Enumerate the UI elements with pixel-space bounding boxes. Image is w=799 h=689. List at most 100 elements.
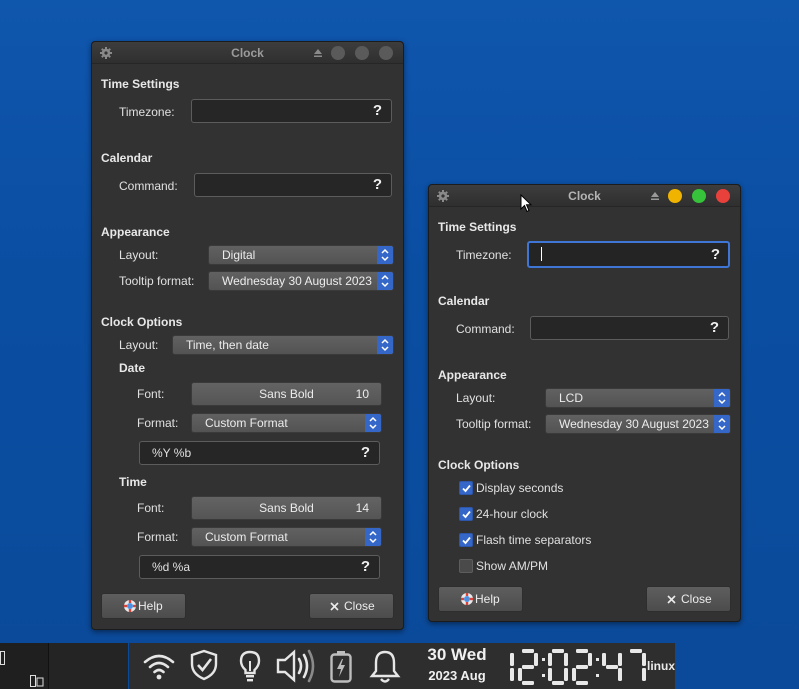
- wifi-icon[interactable]: [143, 651, 175, 681]
- checkbox-checked-icon[interactable]: [459, 533, 473, 547]
- minimize-button[interactable]: [331, 46, 345, 60]
- option-label: Display seconds: [476, 481, 564, 495]
- layout-select[interactable]: Digital: [208, 245, 394, 265]
- close-button[interactable]: Close: [309, 593, 394, 619]
- time-format-select[interactable]: Custom Format: [191, 527, 382, 547]
- clock-date-line1[interactable]: 30 Wed: [417, 645, 497, 665]
- calendar-heading: Calendar: [438, 294, 490, 308]
- date-font-name: Sans Bold: [259, 387, 314, 401]
- lightbulb-icon[interactable]: [237, 649, 263, 683]
- time-custom-format-input[interactable]: %d %a ?: [139, 555, 380, 579]
- help-button-label: Help: [138, 599, 163, 613]
- shield-check-icon[interactable]: [189, 649, 219, 681]
- help-icon[interactable]: ?: [361, 442, 370, 464]
- option-show-ampm[interactable]: Show AM/PM: [459, 558, 659, 574]
- close-button-label: Close: [681, 592, 712, 606]
- date-font-label: Font:: [137, 387, 165, 401]
- time-font-size: 14: [355, 501, 369, 515]
- time-format-value: Custom Format: [205, 530, 288, 544]
- time-font-name: Sans Bold: [259, 501, 314, 515]
- select-arrows-icon: [714, 389, 730, 407]
- lcd-separator: [542, 658, 545, 677]
- date-custom-format-input[interactable]: %Y %b ?: [139, 441, 380, 465]
- lifebuoy-icon: [461, 593, 473, 605]
- timezone-label: Timezone:: [119, 105, 175, 119]
- close-button-label: Close: [344, 599, 375, 613]
- hostname-label: linux: [647, 659, 676, 673]
- close-window-button[interactable]: [716, 189, 730, 203]
- clock-date-line2[interactable]: 2023 Aug: [417, 668, 497, 683]
- workspace-switcher-icon[interactable]: [30, 675, 44, 687]
- help-button[interactable]: Help: [438, 586, 523, 612]
- option-display-seconds[interactable]: Display seconds: [459, 480, 659, 496]
- help-icon[interactable]: ?: [373, 100, 382, 122]
- calendar-heading: Calendar: [101, 151, 153, 165]
- lifebuoy-icon: [124, 600, 136, 612]
- titlebar[interactable]: Clock: [92, 42, 403, 64]
- option-label: Show AM/PM: [476, 559, 549, 573]
- option-label: 24-hour clock: [476, 507, 549, 521]
- titlebar[interactable]: Clock: [429, 185, 740, 207]
- date-format-select[interactable]: Custom Format: [191, 413, 382, 433]
- select-arrows-icon: [714, 415, 730, 433]
- checkbox-checked-icon[interactable]: [459, 481, 473, 495]
- battery-icon[interactable]: [329, 650, 353, 684]
- date-font-button[interactable]: Sans Bold 10: [191, 382, 382, 406]
- select-arrows-icon: [365, 528, 381, 546]
- command-input[interactable]: ?: [530, 316, 729, 340]
- time-font-button[interactable]: Sans Bold 14: [191, 496, 382, 520]
- eject-icon[interactable]: [313, 48, 323, 58]
- date-format-value: Custom Format: [205, 416, 288, 430]
- tooltip-format-value: Wednesday 30 August 2023: [222, 274, 372, 288]
- bell-icon[interactable]: [369, 649, 401, 685]
- tooltip-format-label: Tooltip format:: [456, 417, 532, 431]
- lcd-digit: [548, 649, 568, 685]
- option-24-hour-clock[interactable]: 24-hour clock: [459, 506, 659, 522]
- layout-label: Layout:: [456, 391, 496, 405]
- help-icon[interactable]: ?: [361, 556, 370, 578]
- minimize-button[interactable]: [668, 189, 682, 203]
- close-window-button[interactable]: [379, 46, 393, 60]
- checkbox-checked-icon[interactable]: [459, 507, 473, 521]
- help-icon[interactable]: ?: [710, 317, 719, 339]
- clock-options-heading: Clock Options: [101, 315, 183, 329]
- clock-layout-select[interactable]: Time, then date: [172, 335, 394, 355]
- help-button[interactable]: Help: [101, 593, 186, 619]
- mouse-cursor-icon: [520, 194, 532, 213]
- lcd-digit: [510, 653, 514, 681]
- command-label: Command:: [119, 179, 178, 193]
- window-list-icon[interactable]: [0, 651, 6, 665]
- timezone-label: Timezone:: [456, 248, 512, 262]
- eject-icon[interactable]: [650, 191, 660, 201]
- volume-icon[interactable]: [274, 647, 316, 685]
- lcd-digit: [602, 653, 622, 681]
- tooltip-format-select[interactable]: Wednesday 30 August 2023: [545, 414, 731, 434]
- select-arrows-icon: [365, 414, 381, 432]
- option-flash-separators[interactable]: Flash time separators: [459, 532, 659, 548]
- select-arrows-icon: [377, 272, 393, 290]
- select-arrows-icon: [377, 246, 393, 264]
- clock-layout-label: Layout:: [119, 338, 159, 352]
- help-icon[interactable]: ?: [711, 243, 720, 266]
- system-tray: 30 Wed 2023 Aug linux: [129, 643, 675, 689]
- layout-label: Layout:: [119, 248, 159, 262]
- lcd-clock[interactable]: [492, 646, 646, 688]
- lcd-digit: [518, 649, 538, 685]
- layout-select[interactable]: LCD: [545, 388, 731, 408]
- maximize-button[interactable]: [692, 189, 706, 203]
- timezone-input[interactable]: ?: [191, 99, 392, 123]
- maximize-button[interactable]: [355, 46, 369, 60]
- tooltip-format-select[interactable]: Wednesday 30 August 2023: [208, 271, 394, 291]
- text-caret: [541, 247, 542, 261]
- taskbar-task-area[interactable]: [48, 643, 128, 689]
- help-icon[interactable]: ?: [373, 174, 382, 196]
- time-heading: Time: [119, 475, 147, 489]
- close-button[interactable]: Close: [646, 586, 731, 612]
- layout-select-value: LCD: [559, 391, 584, 405]
- date-font-size: 10: [355, 387, 369, 401]
- timezone-input[interactable]: ?: [527, 241, 730, 268]
- date-format-label: Format:: [137, 416, 179, 430]
- time-format-label: Format:: [137, 530, 179, 544]
- command-input[interactable]: ?: [194, 173, 392, 197]
- checkbox-unchecked-icon[interactable]: [459, 559, 473, 573]
